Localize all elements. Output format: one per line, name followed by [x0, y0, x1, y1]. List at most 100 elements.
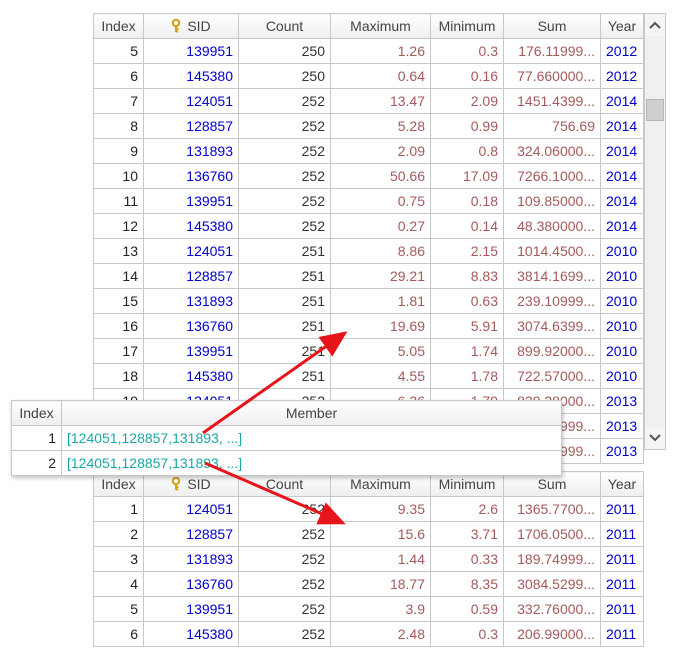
- cell-maximum: 0.75: [330, 188, 431, 214]
- cell-maximum: 50.66: [330, 163, 431, 189]
- table-row[interactable]: 18 145380 251 4.55 1.78 722.57000... 2010: [93, 363, 644, 389]
- cell-year: 2014: [600, 213, 644, 239]
- cell-index: 8: [93, 113, 144, 139]
- cell-sum: 7266.1000...: [503, 163, 601, 189]
- cell-count: 251: [238, 238, 331, 264]
- bottom-data-table: Index SID Count Maximum Minimum Sum Year…: [93, 471, 644, 647]
- cell-maximum: 5.28: [330, 113, 431, 139]
- cell-sid: 145380: [143, 63, 239, 89]
- cell-index: 1: [11, 425, 62, 451]
- cell-count: 251: [238, 313, 331, 339]
- table-row[interactable]: 12 145380 252 0.27 0.14 48.380000... 2014: [93, 213, 644, 239]
- cell-sum: 899.92000...: [503, 338, 601, 364]
- col-header-index[interactable]: Index: [11, 400, 62, 426]
- cell-year: 2012: [600, 38, 644, 64]
- cell-maximum: 0.27: [330, 213, 431, 239]
- table-row[interactable]: 5 139951 250 1.26 0.3 176.11999... 2012: [93, 38, 644, 64]
- cell-count: 252: [238, 496, 331, 522]
- cell-sum: 189.74999...: [503, 546, 601, 572]
- cell-count: 250: [238, 63, 331, 89]
- cell-year: 2011: [600, 496, 644, 522]
- member-group-table: Index Member 1 [124051,128857,131893, ..…: [11, 400, 562, 476]
- cell-minimum: 0.16: [430, 63, 504, 89]
- table-row[interactable]: 1 124051 252 9.35 2.6 1365.7700... 2011: [93, 496, 644, 522]
- table-row[interactable]: 3 131893 252 1.44 0.33 189.74999... 2011: [93, 546, 644, 572]
- table-row[interactable]: 2 128857 252 15.6 3.71 1706.0500... 2011: [93, 521, 644, 547]
- table-row[interactable]: 10 136760 252 50.66 17.09 7266.1000... 2014: [93, 163, 644, 189]
- cell-index: 6: [93, 63, 144, 89]
- scroll-down-button[interactable]: [645, 427, 665, 449]
- cell-index: 18: [93, 363, 144, 389]
- col-header-year[interactable]: Year: [600, 13, 644, 39]
- cell-index: 3: [93, 546, 144, 572]
- cell-count: 252: [238, 113, 331, 139]
- scroll-up-button[interactable]: [645, 14, 665, 36]
- cell-year: 2014: [600, 163, 644, 189]
- cell-sid: 139951: [143, 596, 239, 622]
- cell-member[interactable]: [124051,128857,131893, ...]: [61, 450, 562, 476]
- scrollbar-thumb[interactable]: [646, 99, 664, 121]
- cell-maximum: 19.69: [330, 313, 431, 339]
- cell-maximum: 2.48: [330, 621, 431, 647]
- cell-maximum: 18.77: [330, 571, 431, 597]
- cell-sid: 128857: [143, 113, 239, 139]
- table-row[interactable]: 4 136760 252 18.77 8.35 3084.5299... 2011: [93, 571, 644, 597]
- cell-sid: 139951: [143, 338, 239, 364]
- member-row[interactable]: 1 [124051,128857,131893, ...]: [11, 425, 562, 451]
- cell-sid: 139951: [143, 38, 239, 64]
- table-row[interactable]: 9 131893 252 2.09 0.8 324.06000... 2014: [93, 138, 644, 164]
- header-row: Index Member: [11, 400, 562, 426]
- cell-sid: 131893: [143, 288, 239, 314]
- table-row[interactable]: 13 124051 251 8.86 2.15 1014.4500... 2010: [93, 238, 644, 264]
- cell-index: 9: [93, 138, 144, 164]
- header-row: Index SID Count Maximum Minimum Sum Year: [93, 13, 644, 39]
- table-row[interactable]: 16 136760 251 19.69 5.91 3074.6399... 2010: [93, 313, 644, 339]
- cell-sid: 139951: [143, 188, 239, 214]
- cell-count: 251: [238, 263, 331, 289]
- cell-minimum: 0.14: [430, 213, 504, 239]
- cell-count: 252: [238, 138, 331, 164]
- table-row[interactable]: 6 145380 252 2.48 0.3 206.99000... 2011: [93, 621, 644, 647]
- table-row[interactable]: 14 128857 251 29.21 8.83 3814.1699... 2010: [93, 263, 644, 289]
- cell-sum: 206.99000...: [503, 621, 601, 647]
- col-header-member[interactable]: Member: [61, 400, 562, 426]
- cell-year: 2011: [600, 596, 644, 622]
- cell-year: 2010: [600, 263, 644, 289]
- table-row[interactable]: 6 145380 250 0.64 0.16 77.660000... 2012: [93, 63, 644, 89]
- cell-index: 11: [93, 188, 144, 214]
- cell-sum: 332.76000...: [503, 596, 601, 622]
- col-header-year[interactable]: Year: [600, 471, 644, 497]
- vertical-scrollbar[interactable]: [644, 13, 666, 450]
- col-header-index[interactable]: Index: [93, 13, 144, 39]
- cell-minimum: 2.15: [430, 238, 504, 264]
- member-row[interactable]: 2 [124051,128857,131893, ...]: [11, 450, 562, 476]
- cell-count: 252: [238, 596, 331, 622]
- col-header-minimum[interactable]: Minimum: [430, 13, 504, 39]
- table-row[interactable]: 11 139951 252 0.75 0.18 109.85000... 2014: [93, 188, 644, 214]
- cell-year: 2013: [600, 388, 644, 414]
- cell-index: 12: [93, 213, 144, 239]
- cell-member[interactable]: [124051,128857,131893, ...]: [61, 425, 562, 451]
- cell-year: 2010: [600, 288, 644, 314]
- cell-maximum: 2.09: [330, 138, 431, 164]
- cell-year: 2010: [600, 363, 644, 389]
- col-header-count[interactable]: Count: [238, 13, 331, 39]
- cell-year: 2013: [600, 413, 644, 439]
- cell-minimum: 2.6: [430, 496, 504, 522]
- table-row[interactable]: 17 139951 251 5.05 1.74 899.92000... 2010: [93, 338, 644, 364]
- col-header-sum[interactable]: Sum: [503, 13, 601, 39]
- cell-sum: 1365.7700...: [503, 496, 601, 522]
- cell-index: 17: [93, 338, 144, 364]
- table-row[interactable]: 15 131893 251 1.81 0.63 239.10999... 2010: [93, 288, 644, 314]
- col-header-sid[interactable]: SID: [143, 13, 239, 39]
- cell-year: 2014: [600, 113, 644, 139]
- cell-count: 252: [238, 621, 331, 647]
- table-row[interactable]: 7 124051 252 13.47 2.09 1451.4399... 2014: [93, 88, 644, 114]
- cell-year: 2010: [600, 238, 644, 264]
- cell-index: 6: [93, 621, 144, 647]
- cell-sid: 131893: [143, 546, 239, 572]
- col-header-maximum[interactable]: Maximum: [330, 13, 431, 39]
- table-row[interactable]: 5 139951 252 3.9 0.59 332.76000... 2011: [93, 596, 644, 622]
- table-row[interactable]: 8 128857 252 5.28 0.99 756.69 2014: [93, 113, 644, 139]
- cell-sum: 3814.1699...: [503, 263, 601, 289]
